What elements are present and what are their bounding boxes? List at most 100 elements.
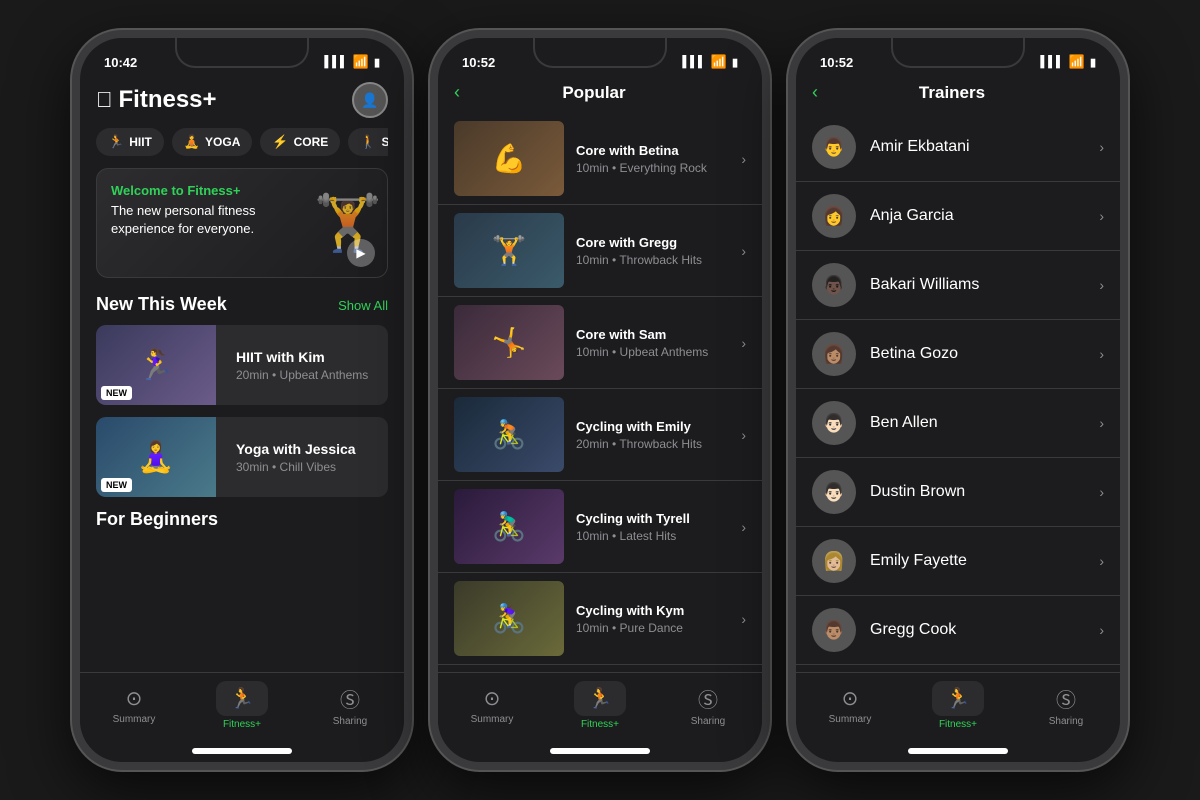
home-indicator-1 bbox=[192, 748, 292, 754]
thumb-core-betina: 💪 bbox=[454, 121, 564, 196]
status-icons-1: ▌▌▌ 📶 ▮ bbox=[324, 54, 380, 70]
core-icon: ⚡ bbox=[272, 134, 288, 150]
title-cycling-kym: Cycling with Kym bbox=[576, 603, 729, 618]
thumb-bg-core-gregg: 🏋️ bbox=[454, 213, 564, 288]
tab-bar-1: ⊙ Summary 🏃 Fitness+ Ⓢ Sharing bbox=[80, 672, 404, 744]
battery-icon-3: ▮ bbox=[1090, 56, 1096, 69]
new-badge-hiit: NEW bbox=[101, 386, 132, 400]
signal-icon-2: ▌▌▌ bbox=[682, 56, 705, 68]
time-2: 10:52 bbox=[462, 55, 495, 70]
title-cycling-tyrell: Cycling with Tyrell bbox=[576, 511, 729, 526]
info-cycling-kym: Cycling with Kym 10min • Pure Dance bbox=[576, 603, 729, 635]
meta-core-sam: 10min • Upbeat Anthems bbox=[576, 345, 729, 359]
wifi-icon-1: 📶 bbox=[353, 54, 369, 70]
trainer-jamie[interactable]: 👩 Jamie-Ray Hartshorne › bbox=[796, 665, 1120, 672]
list-item-cycling-kym[interactable]: 🚴‍♀️ Cycling with Kym 10min • Pure Dance… bbox=[438, 573, 762, 665]
workout-info-hiit: HIIT with Kim 20min • Upbeat Anthems bbox=[228, 325, 376, 405]
workout-card-yoga[interactable]: 🧘‍♀️ NEW Yoga with Jessica 30min • Chill… bbox=[96, 417, 388, 497]
chevron-dustin: › bbox=[1099, 484, 1104, 500]
trainer-betina[interactable]: 👩🏽 Betina Gozo › bbox=[796, 320, 1120, 389]
show-all-link[interactable]: Show All bbox=[338, 298, 388, 313]
screen-popular: ‹ Popular 💪 Core with Betina 10min • Eve… bbox=[438, 74, 762, 744]
section-title-new: New This Week bbox=[96, 294, 227, 315]
summary-label-1: Summary bbox=[113, 714, 156, 725]
str-icon: 🚶 bbox=[360, 134, 376, 150]
workout-meta-hiit: 20min • Upbeat Anthems bbox=[236, 368, 368, 382]
chevron-amir: › bbox=[1099, 139, 1104, 155]
chevron-core-gregg: › bbox=[741, 243, 746, 259]
wifi-icon-3: 📶 bbox=[1069, 54, 1085, 70]
home-scroll[interactable]:  Fitness+ 👤 🏃 HIIT 🧘 YOGA ⚡ CORE bbox=[80, 74, 404, 672]
pill-yoga[interactable]: 🧘 YOGA bbox=[172, 128, 253, 156]
list-item-core-sam[interactable]: 🤸 Core with Sam 10min • Upbeat Anthems › bbox=[438, 297, 762, 389]
hiit-icon: 🏃 bbox=[108, 134, 124, 150]
list-item-cycling-tyrell[interactable]: 🚴‍♂️ Cycling with Tyrell 10min • Latest … bbox=[438, 481, 762, 573]
trainer-emily[interactable]: 👩🏼 Emily Fayette › bbox=[796, 527, 1120, 596]
avatar[interactable]: 👤 bbox=[352, 82, 388, 118]
info-core-gregg: Core with Gregg 10min • Throwback Hits bbox=[576, 235, 729, 267]
tab-summary-1[interactable]: ⊙ Summary bbox=[80, 686, 188, 725]
battery-icon-2: ▮ bbox=[732, 56, 738, 69]
pill-hiit[interactable]: 🏃 HIIT bbox=[96, 128, 164, 156]
list-item-core-betina[interactable]: 💪 Core with Betina 10min • Everything Ro… bbox=[438, 113, 762, 205]
tab-sharing-2[interactable]: Ⓢ Sharing bbox=[654, 684, 762, 727]
tab-sharing-1[interactable]: Ⓢ Sharing bbox=[296, 684, 404, 727]
meta-cycling-emily: 20min • Throwback Hits bbox=[576, 437, 729, 451]
sharing-label-3: Sharing bbox=[1049, 716, 1083, 727]
trainer-anja[interactable]: 👩 Anja Garcia › bbox=[796, 182, 1120, 251]
avatar-dustin: 👨🏻 bbox=[812, 470, 856, 514]
name-dustin: Dustin Brown bbox=[870, 483, 1085, 501]
popular-list[interactable]: 💪 Core with Betina 10min • Everything Ro… bbox=[438, 113, 762, 672]
pill-core[interactable]: ⚡ CORE bbox=[260, 128, 340, 156]
list-item-cycling-emily[interactable]: 🚴 Cycling with Emily 20min • Throwback H… bbox=[438, 389, 762, 481]
thumb-bg-core-betina: 💪 bbox=[454, 121, 564, 196]
avatar-amir: 👨 bbox=[812, 125, 856, 169]
summary-label-2: Summary bbox=[471, 714, 514, 725]
chevron-gregg: › bbox=[1099, 622, 1104, 638]
wifi-icon-2: 📶 bbox=[711, 54, 727, 70]
name-anja: Anja Garcia bbox=[870, 207, 1085, 225]
tab-summary-2[interactable]: ⊙ Summary bbox=[438, 686, 546, 725]
fitness-label-1: Fitness+ bbox=[223, 719, 261, 730]
tab-fitness-1[interactable]: 🏃 Fitness+ bbox=[188, 681, 296, 730]
trainer-amir[interactable]: 👨 Amir Ekbatani › bbox=[796, 113, 1120, 182]
sharing-icon-2: Ⓢ bbox=[698, 684, 718, 713]
thumb-cycling-emily: 🚴 bbox=[454, 397, 564, 472]
trainers-list[interactable]: 👨 Amir Ekbatani › 👩 Anja Garcia › 👨🏿 Bak… bbox=[796, 113, 1120, 672]
summary-icon-2: ⊙ bbox=[484, 686, 501, 711]
app-header:  Fitness+ 👤 bbox=[96, 74, 388, 128]
app-name: Fitness+ bbox=[119, 86, 217, 114]
fitness-label-3: Fitness+ bbox=[939, 719, 977, 730]
sharing-icon-3: Ⓢ bbox=[1056, 684, 1076, 713]
welcome-banner[interactable]: Welcome to Fitness+ The new personal fit… bbox=[96, 168, 388, 278]
workout-meta-yoga: 30min • Chill Vibes bbox=[236, 460, 356, 474]
nav-header-trainers: ‹ Trainers bbox=[796, 74, 1120, 113]
chevron-betina: › bbox=[1099, 346, 1104, 362]
tab-sharing-3[interactable]: Ⓢ Sharing bbox=[1012, 684, 1120, 727]
status-bar-3: 10:52 ▌▌▌ 📶 ▮ bbox=[796, 42, 1120, 74]
summary-label-3: Summary bbox=[829, 714, 872, 725]
tab-fitness-3[interactable]: 🏃 Fitness+ bbox=[904, 681, 1012, 730]
workout-card-hiit[interactable]: 🏃‍♀️ NEW HIIT with Kim 20min • Upbeat An… bbox=[96, 325, 388, 405]
trainer-dustin[interactable]: 👨🏻 Dustin Brown › bbox=[796, 458, 1120, 527]
thumb-bg-cycling-kym: 🚴‍♀️ bbox=[454, 581, 564, 656]
battery-icon-1: ▮ bbox=[374, 56, 380, 69]
back-button-popular[interactable]: ‹ bbox=[454, 82, 460, 103]
tab-summary-3[interactable]: ⊙ Summary bbox=[796, 686, 904, 725]
workout-name-yoga: Yoga with Jessica bbox=[236, 441, 356, 457]
avatar-emily: 👩🏼 bbox=[812, 539, 856, 583]
pill-str[interactable]: 🚶 STR bbox=[348, 128, 388, 156]
list-item-core-gregg[interactable]: 🏋️ Core with Gregg 10min • Throwback Hit… bbox=[438, 205, 762, 297]
back-button-trainers[interactable]: ‹ bbox=[812, 82, 818, 103]
meta-core-gregg: 10min • Throwback Hits bbox=[576, 253, 729, 267]
avatar-betina: 👩🏽 bbox=[812, 332, 856, 376]
trainer-gregg[interactable]: 👨🏽 Gregg Cook › bbox=[796, 596, 1120, 665]
tab-fitness-2[interactable]: 🏃 Fitness+ bbox=[546, 681, 654, 730]
sharing-label-2: Sharing bbox=[691, 716, 725, 727]
app-title:  Fitness+ bbox=[96, 86, 217, 114]
name-emily: Emily Fayette bbox=[870, 552, 1085, 570]
trainer-bakari[interactable]: 👨🏿 Bakari Williams › bbox=[796, 251, 1120, 320]
avatar-gregg: 👨🏽 bbox=[812, 608, 856, 652]
trainer-ben[interactable]: 👨🏻 Ben Allen › bbox=[796, 389, 1120, 458]
chevron-emily: › bbox=[1099, 553, 1104, 569]
